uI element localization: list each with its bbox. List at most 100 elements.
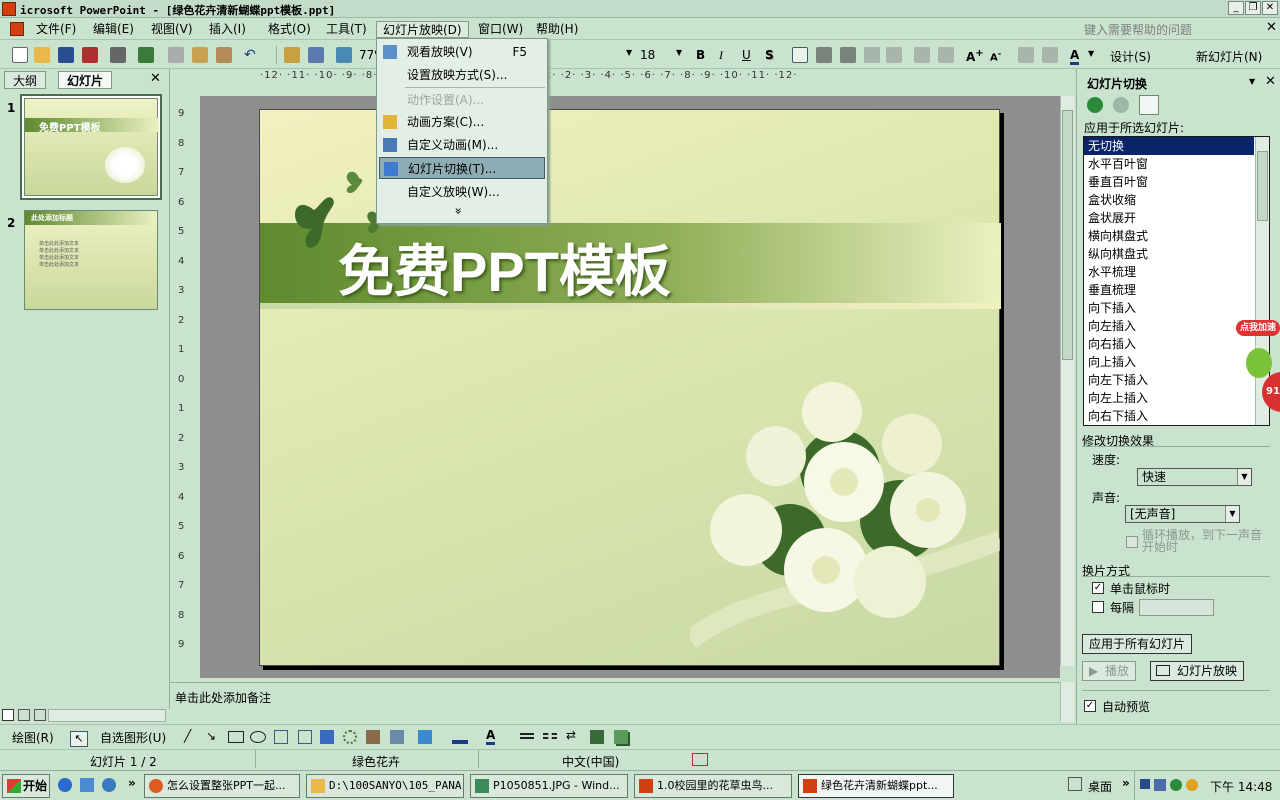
desktop-icon[interactable] [1068, 777, 1082, 791]
increase-font-icon[interactable]: A+ [966, 48, 984, 64]
shield-icon[interactable] [1170, 779, 1182, 791]
more-toolbar-icon[interactable]: » [1122, 776, 1130, 790]
list-item[interactable]: 纵向棋盘式 [1084, 245, 1254, 263]
forward-icon[interactable] [1113, 97, 1129, 113]
slideshow-view-icon[interactable] [33, 709, 46, 721]
menu-item-view-show[interactable]: 观看放映(V) F5 [379, 41, 545, 63]
picture-icon[interactable] [390, 730, 404, 744]
taskbar-button[interactable]: 怎么设置整张PPT一起... [144, 774, 300, 798]
tab-slides[interactable]: 幻灯片 [58, 71, 113, 89]
minimize-button[interactable]: _ [1228, 1, 1244, 15]
network-icon[interactable] [1140, 779, 1150, 789]
clipart-icon[interactable] [366, 730, 380, 744]
list-item[interactable]: 无切换 [1084, 137, 1254, 155]
font-size-dropdown-arrow[interactable]: ▼ [676, 48, 682, 57]
insert-chart-icon[interactable] [284, 47, 300, 63]
on-click-checkbox[interactable]: ✓ [1092, 582, 1104, 594]
insert-table-icon[interactable] [308, 47, 324, 63]
tray-icon[interactable] [1154, 779, 1166, 791]
quicklaunch-icon[interactable] [80, 778, 94, 792]
font-size-value[interactable]: 18 [640, 48, 655, 62]
menu-slideshow[interactable]: 幻灯片放映(D) [376, 21, 469, 38]
list-item[interactable]: 向左插入 [1084, 317, 1254, 335]
list-item[interactable]: 向右插入 [1084, 335, 1254, 353]
justify-icon[interactable] [864, 47, 880, 63]
autoshapes-menu[interactable]: 自选图形(U) [100, 729, 166, 746]
start-button[interactable]: 开始 [2, 774, 50, 798]
shadow-button[interactable]: S [765, 48, 774, 62]
powerpoint-icon[interactable] [2, 2, 16, 16]
taskbar-button[interactable]: 1.0校园里的花草虫鸟... [634, 774, 792, 798]
menu-window[interactable]: 窗口(W) [472, 21, 529, 38]
list-item[interactable]: 水平百叶窗 [1084, 155, 1254, 173]
back-icon[interactable] [1087, 97, 1103, 113]
taskbar-button-active[interactable]: 绿色花卉清新蝴蝶ppt... [798, 774, 954, 798]
slideshow-button[interactable]: 幻灯片放映 [1150, 661, 1245, 681]
task-pane-menu-arrow[interactable]: ▼ [1249, 77, 1255, 86]
diagram-icon[interactable] [343, 730, 357, 744]
menu-tools[interactable]: 工具(T) [320, 21, 373, 38]
list-item[interactable]: 垂直梳理 [1084, 281, 1254, 299]
menu-edit[interactable]: 编辑(E) [87, 21, 140, 38]
close-task-pane-icon[interactable]: ✕ [1265, 74, 1276, 89]
restore-button[interactable]: ❐ [1245, 1, 1261, 15]
dash-style-icon[interactable] [543, 733, 557, 739]
menu-format[interactable]: 格式(O) [262, 21, 317, 38]
spelling-status-icon[interactable] [692, 753, 708, 766]
sound-select[interactable]: [无声音] ▼ [1125, 505, 1240, 523]
vertical-scrollbar[interactable] [1060, 96, 1074, 666]
paste-icon[interactable] [192, 47, 208, 63]
notes-placeholder[interactable]: 单击此处添加备注 [175, 689, 271, 706]
list-item[interactable]: 向左上插入 [1084, 389, 1254, 407]
increase-indent-icon[interactable] [1042, 47, 1058, 63]
chevron-down-icon[interactable]: ▼ [1237, 469, 1251, 485]
speed-select[interactable]: 快速 ▼ [1137, 468, 1252, 486]
horizontal-scrollbar[interactable] [48, 709, 166, 722]
spelling-icon[interactable] [138, 47, 154, 63]
font-color-icon[interactable]: A [1070, 48, 1080, 65]
oval-icon[interactable] [250, 731, 266, 743]
select-pointer-icon[interactable]: ↖ [70, 731, 88, 747]
arrow-style-icon[interactable]: ⇄ [566, 728, 576, 742]
font-color-icon[interactable]: A [486, 728, 496, 745]
close-document-icon[interactable]: ✕ [1266, 20, 1277, 35]
taskbar-button[interactable]: P1050851.JPG - Wind... [470, 774, 628, 798]
italic-button[interactable]: I [719, 48, 723, 63]
normal-view-icon[interactable] [2, 709, 14, 721]
new-icon[interactable] [12, 47, 28, 63]
font-color-dropdown-arrow[interactable]: ▼ [1088, 49, 1094, 58]
slide-canvas[interactable]: 免费PPT模板 [259, 109, 1001, 666]
close-button[interactable]: ✕ [1262, 1, 1278, 15]
menu-help[interactable]: 帮助(H) [530, 21, 584, 38]
save-icon[interactable] [58, 47, 74, 63]
undo-icon[interactable]: ↶ [244, 47, 260, 63]
rectangle-icon[interactable] [228, 731, 244, 743]
taskbar-button[interactable]: D:\100SANYO\105_PANA [306, 774, 464, 798]
permission-icon[interactable] [82, 47, 98, 63]
sorter-view-icon[interactable] [17, 709, 30, 721]
new-slide-button[interactable]: 新幻灯片(N) [1196, 48, 1262, 65]
format-painter-icon[interactable] [216, 47, 232, 63]
list-item[interactable]: 横向棋盘式 [1084, 227, 1254, 245]
interval-stepper[interactable] [1139, 599, 1214, 616]
underline-button[interactable]: U [742, 48, 751, 62]
decrease-font-icon[interactable]: A- [990, 48, 1001, 63]
fill-color-icon[interactable] [418, 730, 432, 744]
list-item[interactable]: 水平梳理 [1084, 263, 1254, 281]
slide-thumbnail-2[interactable]: 此处添加标题 单击此处添加文本 单击此处添加文本 单击此处添加文本 单击此处添加… [24, 210, 158, 310]
list-item[interactable]: 垂直百叶窗 [1084, 173, 1254, 191]
ie-icon[interactable] [58, 778, 72, 792]
list-item[interactable]: 盒状收缩 [1084, 191, 1254, 209]
textbox-icon[interactable] [274, 730, 288, 744]
draw-menu[interactable]: 绘图(R) [12, 729, 54, 746]
menu-file[interactable]: 文件(F) [30, 21, 82, 38]
menu-item-custom-shows[interactable]: 自定义放映(W)... [379, 181, 545, 203]
auto-preview-checkbox[interactable]: ✓ [1084, 700, 1096, 712]
bullets-icon[interactable] [938, 47, 954, 63]
user-icon[interactable] [1186, 779, 1198, 791]
menu-item-setup-show[interactable]: 设置放映方式(S)... [379, 64, 545, 86]
every-checkbox[interactable] [1092, 601, 1104, 613]
chevron-down-icon[interactable]: ▼ [1225, 506, 1239, 522]
decrease-indent-icon[interactable] [1018, 47, 1034, 63]
expand-menu-icon[interactable]: » [452, 207, 466, 214]
